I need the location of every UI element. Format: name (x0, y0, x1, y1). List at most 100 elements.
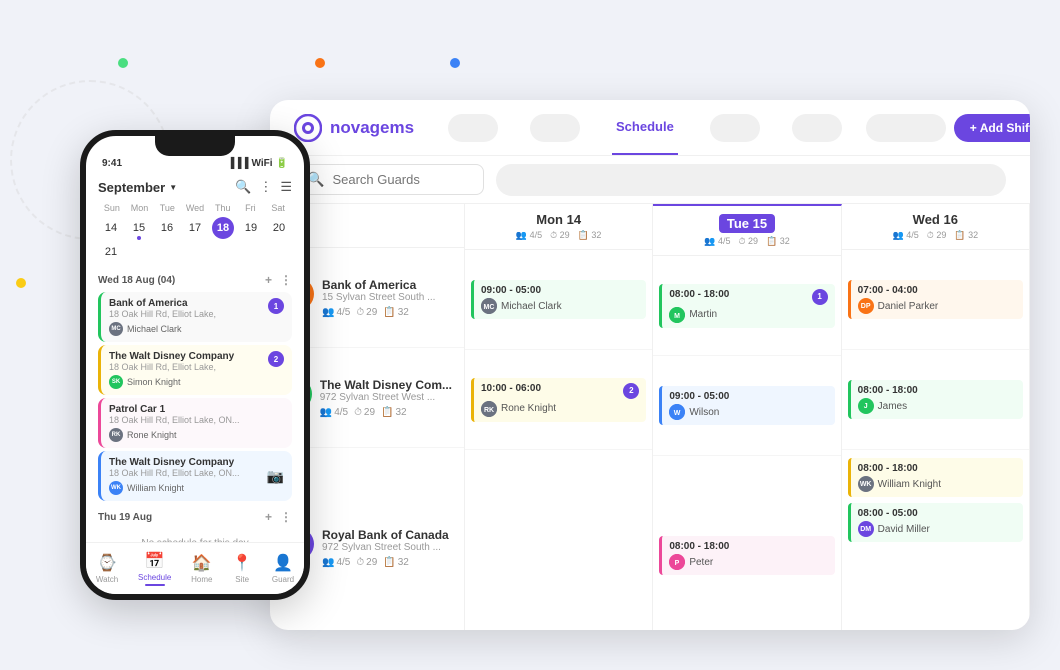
phone-shift-patrol[interactable]: Patrol Car 1 18 Oak Hill Rd, Elliot Lake… (98, 398, 292, 448)
shift-card-boa-wed[interactable]: 07:00 - 04:00 DP Daniel Parker (848, 280, 1023, 319)
cal-day-19[interactable]: 19 (240, 217, 262, 239)
phone-shift-boa[interactable]: Bank of America 18 Oak Hill Rd, Elliot L… (98, 292, 292, 342)
site-name-boa: Bank of America (322, 278, 435, 292)
shift-card-disney-mon[interactable]: 10:00 - 06:00 2 RK Rone Knight (471, 378, 646, 422)
phone-company-patrol: Patrol Car 1 (109, 404, 284, 415)
shift-guard-rbc-wed-1: WK William Knight (858, 476, 1016, 492)
cal-day-21[interactable]: 21 (100, 241, 122, 263)
logo-text: novagems (330, 118, 414, 138)
col-mon14: Mon 14 👥 4/5 ⏱ 29 📋 32 09:00 - 05:00 (465, 204, 653, 630)
phone-addr-disney2: 18 Oak Hill Rd, Elliot Lake, ON... (109, 468, 240, 478)
shift-boa-tue: 08:00 - 18:00 1 M Martin (653, 256, 840, 356)
tab-pill-1 (448, 114, 498, 142)
more-icon[interactable]: ⋮ (259, 179, 272, 195)
search-box[interactable]: 🔍 (294, 164, 484, 195)
wed-cells: 07:00 - 04:00 DP Daniel Parker 08:00 - 1… (842, 250, 1029, 630)
guard-name-wilson: Wilson (689, 407, 719, 418)
tab-schedule[interactable]: Schedule (612, 100, 678, 155)
phone: 9:41 ▐▐▐ WiFi 🔋 September ▼ 🔍 ⋮ ☰ Sun Mo… (80, 130, 310, 600)
avatar-peter: P (669, 554, 685, 570)
phone-addr-boa: 18 Oak Hill Rd, Elliot Lake, (109, 309, 216, 319)
search-icon-phone[interactable]: 🔍 (235, 179, 251, 195)
battery-icon: 🔋 (276, 158, 288, 169)
phone-guard-disney: SK Simon Knight (109, 375, 284, 389)
shift-card-disney-wed[interactable]: 08:00 - 18:00 J James (848, 380, 1023, 419)
bottom-tab-site[interactable]: 📍 Site (232, 553, 252, 584)
deco-dot-green (118, 58, 128, 68)
search-input[interactable] (332, 172, 471, 187)
day-stats-wed: 👥 4/5 ⏱ 29 📋 32 (846, 230, 1025, 241)
day-name-wed: Wed 16 (846, 212, 1025, 227)
guard-name-james: James (878, 401, 907, 412)
svg-text:P: P (675, 560, 680, 567)
col-wed16: Wed 16 👥 4/5 ⏱ 29 📋 32 07:00 - 04:00 DP (842, 204, 1030, 630)
svg-text:W: W (674, 410, 681, 417)
empty-rbc-mon (465, 450, 652, 630)
cal-day-17[interactable]: 17 (184, 217, 206, 239)
header-right: + Add Shift (866, 114, 1030, 142)
shift-card-rbc-tue[interactable]: 08:00 - 18:00 P Peter (659, 536, 834, 575)
shift-guard-disney-tue: W Wilson (669, 404, 827, 420)
day-stats-tue: 👥 4/5 ⏱ 29 📋 32 (657, 236, 836, 247)
shift-card-boa-tue[interactable]: 08:00 - 18:00 1 M Martin (659, 284, 834, 328)
cal-day-20[interactable]: 20 (268, 217, 290, 239)
phone-av-wk: WK (109, 481, 123, 495)
wifi-icon: WiFi (252, 158, 273, 169)
phone-time: 9:41 (102, 158, 122, 169)
shift-time-disney-tue: 09:00 - 05:00 (669, 391, 827, 402)
cal-day-16[interactable]: 16 (156, 217, 178, 239)
phone-company-disney2: The Walt Disney Company (109, 457, 240, 468)
phone-guard-disney2: WK William Knight (109, 481, 240, 495)
cal-day-18[interactable]: 18 (212, 217, 234, 239)
site-name-disney: The Walt Disney Com... (320, 378, 452, 392)
avatar-daniel: DP (858, 298, 874, 314)
phone-shift-disney[interactable]: The Walt Disney Company 18 Oak Hill Rd, … (98, 345, 292, 395)
more-section-icon-thu[interactable]: ⋮ (280, 510, 292, 524)
shift-disney-wed: 08:00 - 18:00 J James (842, 350, 1029, 450)
shift-rbc-tue: 08:00 - 18:00 P Peter (653, 456, 840, 630)
add-icon-thu[interactable]: + (265, 510, 272, 524)
days-area: Mon 14 👥 4/5 ⏱ 29 📋 32 09:00 - 05:00 (465, 204, 1030, 630)
add-shift-button[interactable]: + Add Shift (954, 114, 1030, 142)
tab-bar: Schedule (448, 100, 842, 155)
guard-name-william: William Knight (878, 479, 941, 490)
shift-card-rbc-wed-2[interactable]: 08:00 - 05:00 DM David Miller (848, 503, 1023, 542)
site-addr-rbc: 972 Sylvan Street South ... (322, 542, 449, 553)
guard-name-peter: Peter (689, 557, 713, 568)
menu-icon[interactable]: ☰ (280, 179, 292, 195)
bottom-tab-watch[interactable]: ⌚ Watch (96, 553, 118, 584)
guard-name-martin: Martin (689, 309, 717, 320)
site-name-rbc: Royal Bank of Canada (322, 528, 449, 542)
shift-card-rbc-wed-1[interactable]: 08:00 - 18:00 WK William Knight (848, 458, 1023, 497)
avatar-michael: MC (481, 298, 497, 314)
shift-time-boa-tue: 08:00 - 18:00 (669, 289, 729, 300)
bottom-tab-guard[interactable]: 👤 Guard (272, 553, 294, 584)
day-header-tue: Tue 15 👥 4/5 ⏱ 29 📋 32 (653, 206, 840, 256)
shift-time-boa-mon: 09:00 - 05:00 (481, 285, 639, 296)
shift-guard-rbc-wed-2: DM David Miller (858, 521, 1016, 537)
more-section-icon[interactable]: ⋮ (280, 273, 292, 287)
site-meta-rbc: 👥 4/5 ⏱ 29 📋 32 (322, 557, 449, 568)
site-icon: 📍 (232, 553, 252, 573)
phone-addr-disney: 18 Oak Hill Rd, Elliot Lake, (109, 362, 234, 372)
cal-day-14[interactable]: 14 (100, 217, 122, 239)
tab-label-site: Site (235, 575, 249, 584)
shift-disney-tue: 09:00 - 05:00 W Wilson (653, 356, 840, 456)
schedule-grid: B Bank of America 15 Sylvan Street South… (270, 204, 1030, 630)
section-label-wed: Wed 18 Aug (04) (98, 275, 175, 286)
tab-pill-3 (710, 114, 760, 142)
phone-section-wed: Wed 18 Aug (04) + ⋮ (86, 267, 304, 289)
add-icon[interactable]: + (265, 273, 272, 287)
bottom-tab-home[interactable]: 🏠 Home (191, 553, 212, 584)
phone-shift-disney2[interactable]: The Walt Disney Company 18 Oak Hill Rd, … (98, 451, 292, 501)
phone-section-thu: Thu 19 Aug + ⋮ (86, 504, 304, 526)
toolbar-pill (496, 164, 1006, 196)
tue-cells: 08:00 - 18:00 1 M Martin (653, 256, 840, 630)
shift-card-disney-tue[interactable]: 09:00 - 05:00 W Wilson (659, 386, 834, 425)
month-title: September ▼ (98, 180, 177, 195)
tab-label-watch: Watch (96, 575, 118, 584)
cal-day-15[interactable]: 15 (128, 217, 150, 239)
site-meta-disney: 👥 4/5 ⏱ 29 📋 32 (320, 407, 452, 418)
shift-card-boa-mon[interactable]: 09:00 - 05:00 MC Michael Clark (471, 280, 646, 319)
bottom-tab-schedule[interactable]: 📅 Schedule (138, 551, 171, 586)
